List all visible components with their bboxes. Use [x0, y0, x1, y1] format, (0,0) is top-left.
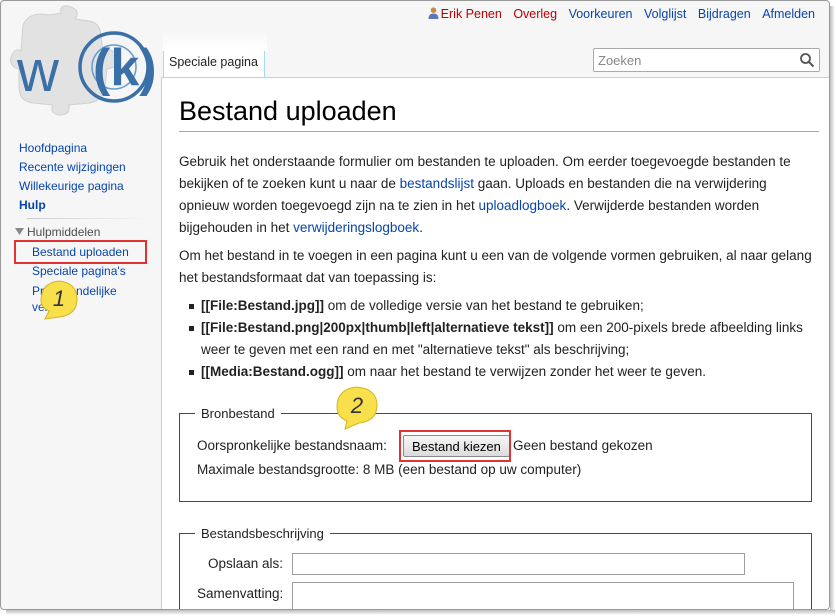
window-shadow-right: [830, 6, 835, 614]
intro-text-4: .: [419, 220, 423, 235]
sidebar-item-random-page[interactable]: Willekeurige pagina: [19, 179, 124, 193]
source-legend: Bronbestand: [201, 406, 275, 421]
personal-tools: Erik Penen Overleg Voorkeuren Volglijst …: [428, 7, 815, 21]
tab-label: Speciale pagina: [169, 55, 258, 69]
deletion-log-link[interactable]: verwijderingslogboek: [293, 220, 419, 235]
browser-viewport: w (k) Erik Penen Overleg Voorkeuren Volg…: [0, 0, 830, 610]
user-link[interactable]: Erik Penen: [441, 7, 502, 21]
search-icon[interactable]: [799, 52, 815, 68]
usage-code: [[Media:Bestand.ogg]]: [201, 364, 344, 379]
callout-2-number: 2: [350, 393, 363, 418]
intro-paragraph: Gebruik het onderstaande formulier om be…: [179, 151, 819, 239]
list-item: [[Media:Bestand.ogg]] om naar het bestan…: [189, 361, 819, 383]
page-body: Gebruik het onderstaande formulier om be…: [179, 151, 819, 383]
list-item: [[File:Bestand.png|200px|thumb|left|alte…: [189, 317, 819, 361]
sidebar-navigation: Hoofdpagina Recente wijzigingen Willekeu…: [19, 139, 126, 215]
sidebar-item-help[interactable]: Hulp: [19, 198, 46, 212]
summary-textarea[interactable]: [292, 582, 794, 609]
highlight-box-choose: [399, 430, 511, 462]
callout-2: 2: [336, 386, 378, 430]
sidebar-item-main-page[interactable]: Hoofdpagina: [19, 141, 87, 155]
usage-code: [[File:Bestand.jpg]]: [201, 298, 324, 313]
highlight-box-upload: [14, 240, 147, 264]
wiki-logo[interactable]: w (k): [9, 5, 159, 117]
tools-heading-label: Hulpmiddelen: [27, 225, 101, 239]
logout-link[interactable]: Afmelden: [762, 7, 815, 21]
preferences-link[interactable]: Voorkeuren: [569, 7, 633, 21]
callout-1: 1: [40, 280, 78, 320]
usage-intro: Om het bestand in te voegen in een pagin…: [179, 248, 812, 285]
description-legend: Bestandsbeschrijving: [201, 526, 324, 541]
svg-text:(k): (k): [93, 39, 157, 97]
sidebar-item-recent-changes[interactable]: Recente wijzigingen: [19, 160, 126, 174]
watchlist-link[interactable]: Volglijst: [644, 7, 686, 21]
user-icon: [428, 7, 439, 19]
upload-log-link[interactable]: uploadlogboek: [478, 198, 566, 213]
content-area: Bestand uploaden Gebruik het onderstaand…: [161, 77, 829, 609]
sidebar-divider: [27, 218, 147, 219]
tab-background: [163, 31, 267, 51]
file-list-link[interactable]: bestandslijst: [400, 176, 474, 191]
search-input[interactable]: [594, 49, 790, 71]
no-file-chosen-text: Geen bestand gekozen: [513, 438, 653, 453]
save-as-label: Opslaan als:: [208, 556, 284, 571]
summary-label: Samenvatting:: [197, 586, 284, 601]
page-title: Bestand uploaden: [179, 96, 819, 132]
contributions-link[interactable]: Bijdragen: [698, 7, 751, 21]
talk-link[interactable]: Overleg: [513, 7, 557, 21]
callout-1-number: 1: [53, 286, 65, 311]
tools-heading[interactable]: Hulpmiddelen: [15, 225, 100, 239]
max-size-text: Maximale bestandsgrootte: 8 MB (een best…: [197, 462, 582, 477]
search-box: [593, 48, 820, 72]
usage-text: om naar het bestand te verwijzen zonder …: [343, 364, 706, 379]
usage-list: [[File:Bestand.jpg]] om de volledige ver…: [179, 295, 819, 383]
tab-special-page[interactable]: Speciale pagina: [163, 51, 265, 77]
usage-text: om de volledige versie van het bestand t…: [324, 298, 644, 313]
collapse-arrow-icon: [15, 228, 24, 235]
list-item: [[File:Bestand.jpg]] om de volledige ver…: [189, 295, 819, 317]
window-shadow-bottom: [6, 610, 835, 615]
file-label: Oorspronkelijke bestandsnaam:: [197, 438, 387, 453]
svg-text:w: w: [16, 39, 60, 104]
save-as-input[interactable]: [292, 553, 745, 575]
usage-code: [[File:Bestand.png|200px|thumb|left|alte…: [201, 320, 554, 335]
